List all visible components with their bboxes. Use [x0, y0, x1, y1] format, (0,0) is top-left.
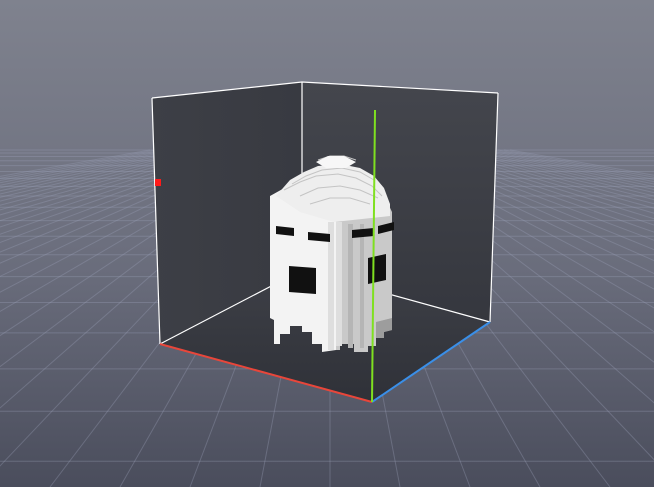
selection-marker[interactable] [155, 179, 161, 186]
ghost-mouth-front [289, 266, 316, 294]
viewport-canvas[interactable] [0, 0, 654, 487]
ghost-mouth-side [368, 254, 386, 284]
3d-viewport[interactable] [0, 0, 654, 487]
ghost-voxel-model[interactable] [270, 155, 394, 352]
